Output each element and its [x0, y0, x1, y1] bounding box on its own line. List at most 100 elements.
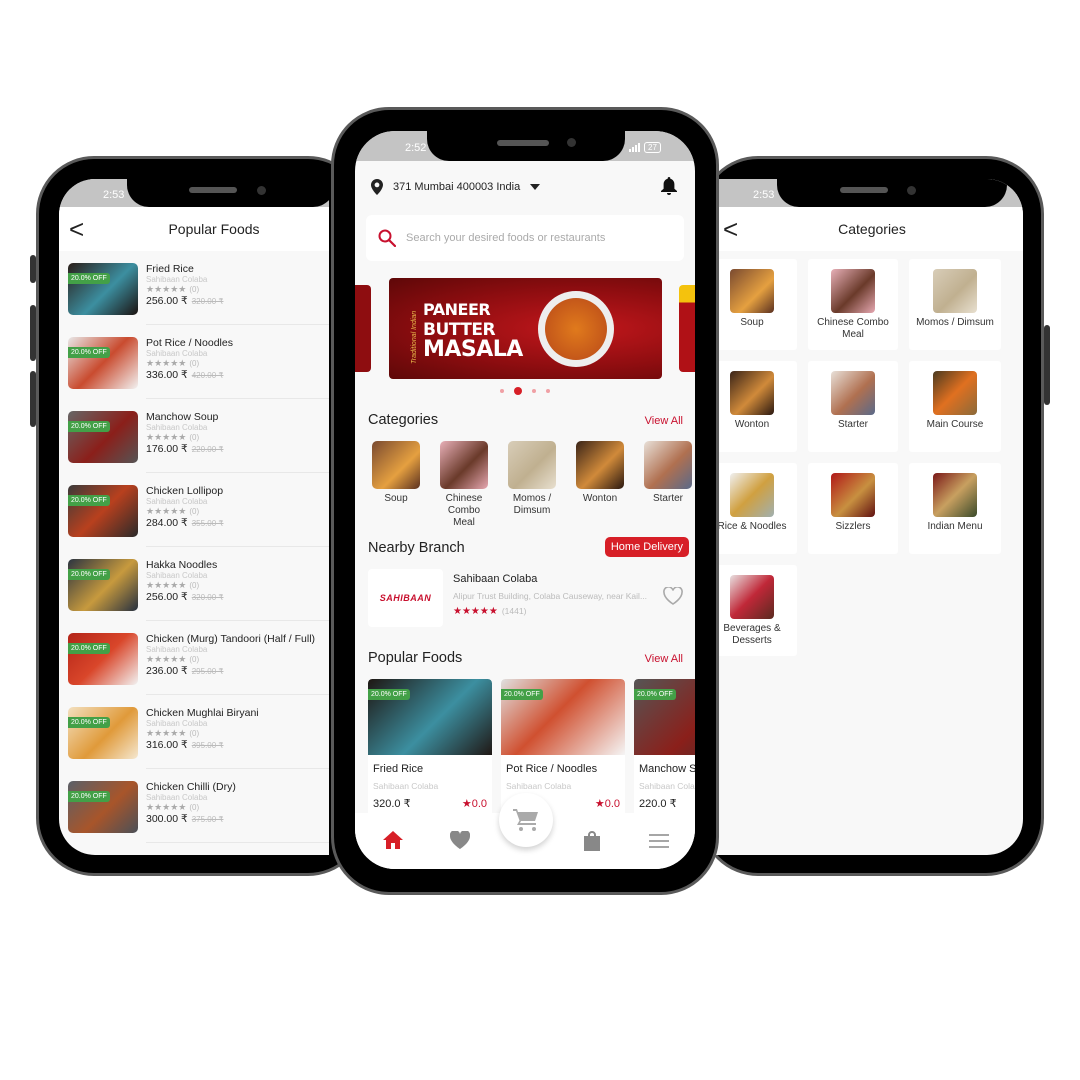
current-price: 300.00 ₹: [146, 813, 188, 825]
food-list-item[interactable]: 20.0% OFF Fried Rice Sahibaan Colaba ★★★…: [59, 251, 329, 325]
rating-count: (0): [189, 285, 200, 294]
category-tile[interactable]: Indian Menu: [909, 463, 1001, 554]
food-list-item[interactable]: 20.0% OFF Chicken Mughlai Biryani Sahiba…: [59, 695, 329, 769]
carousel-dot[interactable]: [500, 389, 504, 393]
category-tile[interactable]: Main Course: [909, 361, 1001, 452]
rating-count: (0): [189, 359, 200, 368]
side-button: [1044, 325, 1050, 405]
category-image: [576, 441, 624, 489]
food-image: 20.0% OFF: [68, 781, 138, 833]
favorite-heart-icon[interactable]: [663, 587, 683, 605]
location-selector[interactable]: 371 Mumbai 400003 India: [371, 179, 541, 195]
food-list-item[interactable]: 20.0% OFF Chicken Chilli (Dry) Sahibaan …: [59, 769, 329, 843]
stage: 2:53 < Popular Foods 20.0% OFF Fried Ric…: [0, 0, 1080, 1080]
food-branch: Sahibaan Colaba: [146, 793, 208, 802]
food-image: 20.0% OFF: [68, 559, 138, 611]
popular-food-card[interactable]: 20.0% OFF Manchow Soup Sahibaan Colaba 2…: [634, 679, 695, 819]
menu-icon[interactable]: [649, 834, 669, 848]
old-price: 320.00 ₹: [191, 297, 224, 306]
food-rating: ★★★★★ (0): [146, 506, 199, 517]
page-title: Categories: [838, 221, 906, 237]
category-item[interactable]: Starter: [640, 441, 695, 529]
food-rating: ★★★★★ (0): [146, 432, 199, 443]
category-label: Wonton: [734, 419, 770, 430]
search-bar[interactable]: [366, 215, 684, 261]
star-rating: ★★★★★: [453, 606, 498, 617]
category-image: [730, 575, 774, 619]
location-pin-icon: [371, 179, 383, 195]
carousel-dot[interactable]: [546, 389, 550, 393]
star-rating: ★★★★★: [146, 506, 187, 516]
popular-food-card[interactable]: 20.0% OFF Fried Rice Sahibaan Colaba 320…: [368, 679, 492, 819]
home-delivery-button[interactable]: Home Delivery: [604, 537, 689, 557]
star-rating: ★★★★★: [146, 432, 187, 442]
category-tile[interactable]: Beverages & Desserts: [707, 565, 797, 656]
category-label: Starter: [652, 493, 683, 504]
category-tile[interactable]: Wonton: [707, 361, 797, 452]
food-name: Hakka Noodles: [146, 559, 218, 571]
food-name: Manchow Soup: [639, 763, 695, 775]
food-rating: ★★★★★ (0): [146, 580, 199, 591]
food-name: Chicken Lollipop: [146, 485, 224, 497]
category-label: Momos / Dimsum: [512, 493, 552, 516]
category-tile[interactable]: Soup: [707, 259, 797, 350]
bag-icon[interactable]: [583, 831, 601, 851]
category-tile[interactable]: Starter: [808, 361, 898, 452]
carousel-dot[interactable]: [514, 387, 522, 395]
promo-banner[interactable]: Traditional Indian PANEER BUTTER MASALA: [389, 278, 662, 379]
categories-view-all[interactable]: View All: [645, 415, 683, 427]
banner-prev-slide[interactable]: [355, 285, 371, 372]
status-time: 2:53: [103, 189, 125, 201]
category-tile[interactable]: Momos / Dimsum: [909, 259, 1001, 350]
rating-count: (0): [189, 433, 200, 442]
category-item[interactable]: Wonton: [572, 441, 628, 529]
food-rating: ★★★★★ (0): [146, 358, 199, 369]
food-price: 220.0 ₹: [639, 798, 677, 810]
side-button: [30, 305, 36, 361]
food-list-item[interactable]: 20.0% OFF Manchow Soup Sahibaan Colaba ★…: [59, 399, 329, 473]
food-list-item[interactable]: 20.0% OFF Chicken (Murg) Tandoori (Half …: [59, 621, 329, 695]
star-rating: ★★★★★: [146, 580, 187, 590]
status-time: 2:53: [753, 189, 775, 201]
branch-card[interactable]: SAHIBAAN Sahibaan Colaba Alipur Trust Bu…: [368, 569, 687, 627]
food-list-item[interactable]: 20.0% OFF Pot Rice / Noodles Sahibaan Co…: [59, 325, 329, 399]
category-tile[interactable]: Chinese Combo Meal: [808, 259, 898, 350]
side-button: [30, 371, 36, 427]
carousel-dot[interactable]: [532, 389, 536, 393]
divider: [146, 842, 329, 843]
category-image: [644, 441, 692, 489]
category-item[interactable]: Chinese Combo Meal: [436, 441, 492, 529]
category-label: Chinese Combo Meal: [445, 493, 483, 528]
category-label: Starter: [837, 419, 868, 430]
food-list-item[interactable]: 20.0% OFF Hakka Noodles Sahibaan Colaba …: [59, 547, 329, 621]
food-price: 176.00 ₹220.00 ₹: [146, 443, 224, 455]
category-label: Wonton: [582, 493, 618, 504]
cart-button[interactable]: [499, 793, 553, 847]
old-price: 355.00 ₹: [191, 519, 224, 528]
notch: [777, 179, 1007, 207]
category-label: Beverages & Desserts: [723, 623, 781, 646]
rating-count: (1441): [501, 606, 527, 616]
branch-rating: ★★★★★ (1441): [453, 606, 526, 617]
food-list-item[interactable]: 20.0% OFF Chicken Lollipop Sahibaan Cola…: [59, 473, 329, 547]
home-screen: 2:52 27 371 Mumbai 400003 India Search y…: [355, 131, 695, 869]
banner-line: PANEER: [423, 300, 491, 319]
category-item[interactable]: Soup: [368, 441, 424, 529]
star-rating: ★★★★★: [146, 728, 187, 738]
home-icon[interactable]: [383, 831, 403, 849]
camera: [567, 138, 576, 147]
banner-next-slide[interactable]: [679, 285, 695, 372]
heart-icon[interactable]: [450, 831, 470, 849]
popular-view-all[interactable]: View All: [645, 653, 683, 665]
cart-icon: [513, 809, 538, 831]
search-input[interactable]: [406, 232, 666, 244]
category-image: [730, 371, 774, 415]
discount-badge: 20.0% OFF: [68, 569, 110, 580]
category-tile[interactable]: Rice & Noodles: [707, 463, 797, 554]
status-time: 2:52: [405, 142, 427, 154]
speaker: [840, 187, 888, 193]
notification-bell-icon[interactable]: [661, 177, 677, 195]
food-branch: Sahibaan Colaba: [506, 781, 572, 791]
category-item[interactable]: Momos / Dimsum: [504, 441, 560, 529]
category-tile[interactable]: Sizzlers: [808, 463, 898, 554]
